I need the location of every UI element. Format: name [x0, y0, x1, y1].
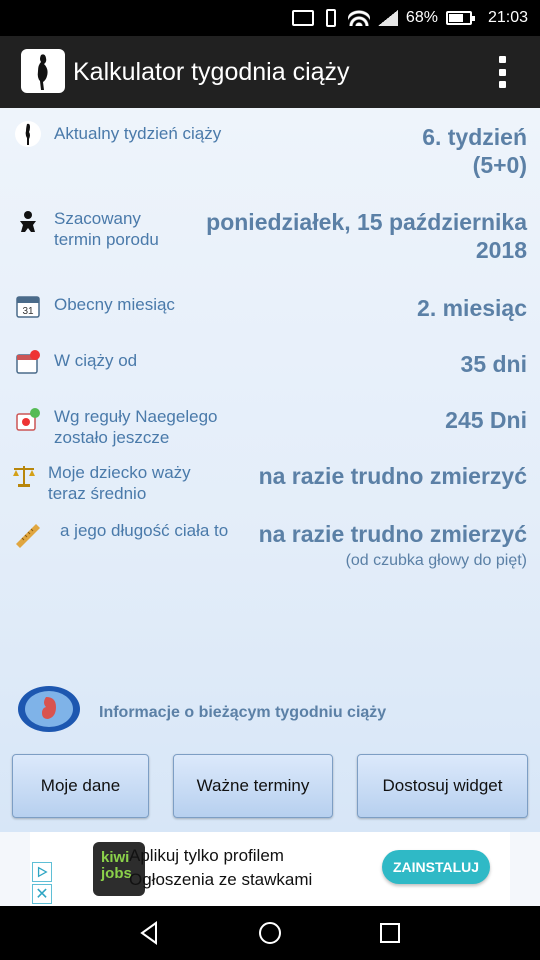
back-icon[interactable]	[136, 919, 164, 947]
my-data-button[interactable]: Moje dane	[12, 754, 149, 818]
important-dates-button[interactable]: Ważne terminy	[173, 754, 333, 818]
app-title: Kalkulator tygodnia ciąży	[73, 58, 350, 86]
label-pregnant-since: W ciąży od	[54, 351, 138, 370]
silhouette-icon	[14, 120, 42, 148]
customize-widget-button[interactable]: Dostosuj widget	[357, 754, 528, 818]
system-nav-bar	[0, 906, 540, 960]
close-icon[interactable]: ✕	[32, 884, 52, 904]
recents-icon[interactable]	[376, 919, 404, 947]
overflow-menu-icon[interactable]	[496, 56, 508, 88]
value-baby-weight: na razie trudno zmierzyć	[258, 463, 527, 489]
value-pregnant-since: 35 dni	[460, 351, 527, 377]
baby-icon	[14, 208, 42, 236]
label-naegele-remaining: Wg reguły Naegelego zostało jeszcze	[54, 406, 217, 448]
pregnancy-silhouette-icon	[21, 49, 65, 93]
label-baby-weight: Moje dziecko waży teraz średnio	[48, 462, 191, 504]
signal-icon	[377, 10, 398, 26]
wifi-icon	[347, 10, 370, 26]
row-current-month: 31 Obecny miesiąc 2. miesiąc	[0, 290, 540, 326]
calendar-alert-icon	[14, 348, 42, 376]
label-due-date-line2: termin porodu	[54, 230, 159, 249]
install-button[interactable]: ZAINSTALUJ	[382, 850, 490, 884]
label-baby-weight-line2: teraz średnio	[48, 484, 147, 503]
cast-icon	[291, 10, 314, 26]
adchoices-play-icon[interactable]	[32, 862, 52, 882]
calendar-add-icon	[14, 406, 42, 434]
value-week: 6. tydzień	[422, 124, 527, 150]
vibrate-icon	[325, 9, 336, 27]
value-naegele-remaining: 245 Dni	[445, 407, 527, 433]
ruler-icon	[14, 520, 42, 548]
label-baby-weight-line1: Moje dziecko waży	[48, 463, 191, 482]
scale-icon	[10, 462, 38, 490]
value-current-month: 2. miesiąc	[417, 295, 527, 321]
ad-banner: kiwi jobs ✕ Aplikuj tylko profilem Ogłos…	[0, 832, 540, 906]
ad-subline: Ogłoszenia ze stawkami	[129, 870, 313, 889]
value-baby-length: na razie trudno zmierzyć	[258, 521, 527, 547]
battery-percent: 68%	[405, 9, 438, 26]
row-naegele-remaining: Wg reguły Naegelego zostało jeszcze 245 …	[0, 404, 540, 454]
row-baby-length: a jego długość ciała to na razie trudno …	[0, 516, 540, 576]
note-baby-length: (od czubka głowy do pięt)	[345, 552, 527, 569]
value-week-days: (5+0)	[472, 152, 527, 178]
ad-headline: Aplikuj tylko profilem	[129, 846, 284, 865]
svg-text:31: 31	[22, 306, 34, 317]
status-bar: 68% 21:03	[0, 0, 540, 36]
label-current-month: Obecny miesiąc	[54, 295, 175, 314]
row-current-week: Aktualny tydzień ciąży 6. tydzień (5+0)	[0, 118, 540, 188]
label-naegele-line1: Wg reguły Naegelego	[54, 407, 218, 426]
value-current-week: 6. tydzień (5+0)	[422, 123, 527, 179]
battery-fill	[448, 14, 463, 22]
label-current-week: Aktualny tydzień ciąży	[54, 124, 222, 143]
label-due-date-line1: Szacowany	[54, 209, 141, 228]
label-baby-length: a jego długość ciała to	[60, 521, 229, 540]
fetus-icon	[16, 683, 82, 735]
app-bar: Kalkulator tygodnia ciąży	[0, 36, 540, 108]
current-week-info-link[interactable]: Informacje o bieżącym tygodniu ciąży	[0, 683, 540, 739]
home-icon[interactable]	[256, 919, 284, 947]
value-due-date: poniedziałek, 15 października 2018	[206, 208, 527, 264]
value-due-date-line1: poniedziałek, 15 października	[206, 209, 527, 235]
status-icons: 68% 21:03	[291, 0, 528, 36]
value-due-date-line2: 2018	[475, 237, 527, 263]
clock: 21:03	[487, 9, 528, 26]
row-baby-weight: Moje dziecko waży teraz średnio na razie…	[0, 460, 540, 510]
row-pregnant-since: W ciąży od 35 dni	[0, 346, 540, 382]
label-naegele-line2: zostało jeszcze	[54, 428, 170, 447]
row-due-date: Szacowany termin porodu poniedziałek, 15…	[0, 204, 540, 268]
current-week-info-text: Informacje o bieżącym tygodniu ciąży	[99, 704, 387, 721]
main-content: Aktualny tydzień ciąży 6. tydzień (5+0) …	[0, 108, 540, 832]
battery-icon	[445, 11, 475, 25]
label-due-date: Szacowany termin porodu	[54, 208, 159, 250]
calendar-icon: 31	[14, 292, 42, 320]
